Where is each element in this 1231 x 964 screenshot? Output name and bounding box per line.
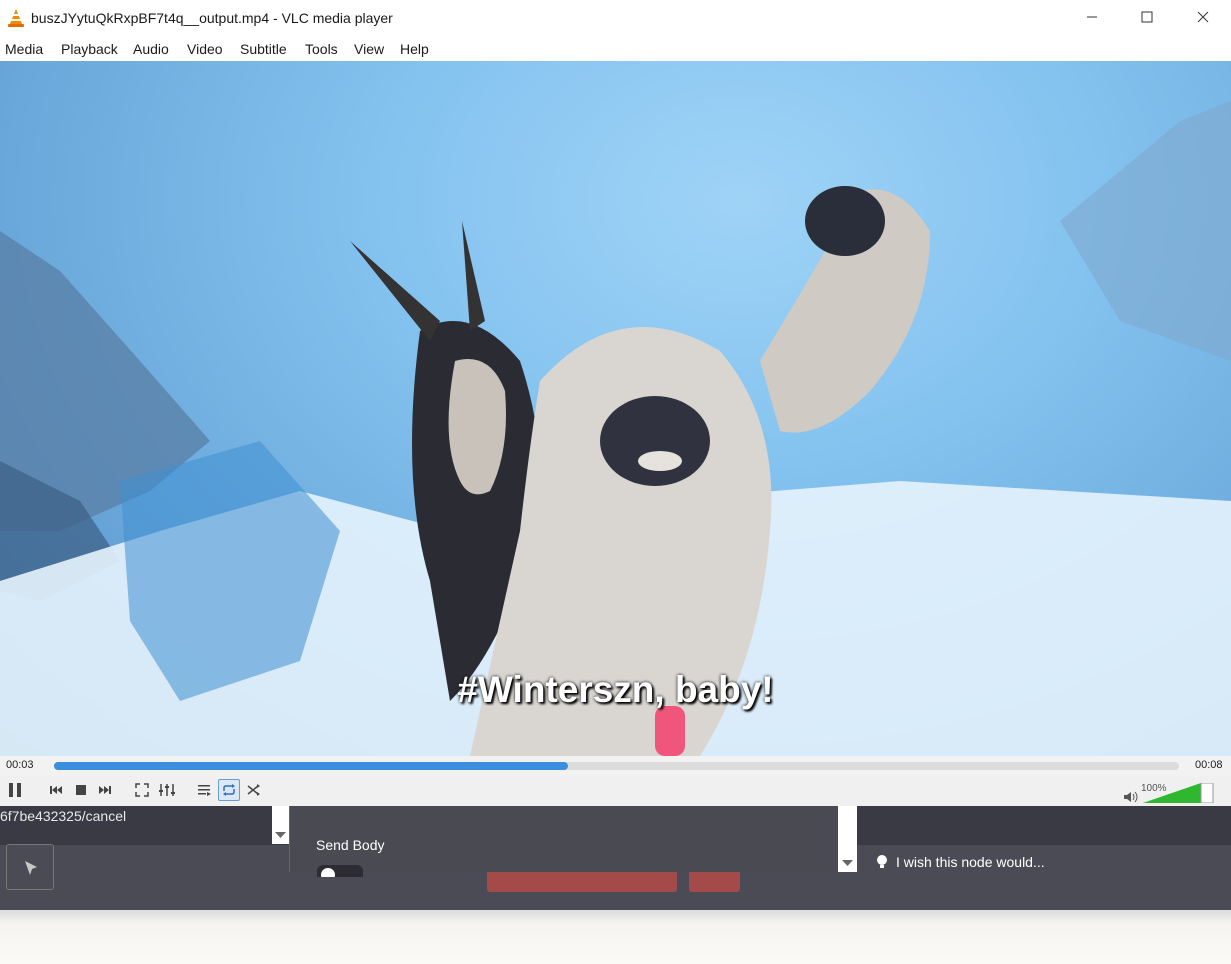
skip-back-icon bbox=[50, 786, 62, 794]
total-time: 00:08 bbox=[1195, 759, 1223, 771]
red-action-button[interactable] bbox=[487, 872, 677, 892]
menu-audio[interactable]: Audio bbox=[133, 41, 169, 57]
shuffle-icon bbox=[247, 784, 260, 796]
lightbulb-icon bbox=[877, 855, 887, 868]
menu-subtitle[interactable]: Subtitle bbox=[240, 41, 287, 57]
minimize-icon bbox=[1087, 16, 1097, 18]
menu-help[interactable]: Help bbox=[400, 41, 429, 57]
toggle-knob bbox=[321, 868, 335, 877]
menu-view[interactable]: View bbox=[354, 41, 384, 57]
video-area[interactable]: #Winterszn, baby! bbox=[0, 61, 1231, 756]
feedback-text: I wish this node would... bbox=[896, 854, 1045, 870]
panel-scrollbar[interactable] bbox=[838, 806, 857, 872]
previous-button[interactable] bbox=[45, 779, 67, 801]
vlc-cone-icon bbox=[8, 9, 24, 27]
red-delete-button[interactable] bbox=[689, 872, 740, 892]
menu-bar: Media Playback Audio Video Subtitle Tool… bbox=[0, 36, 1231, 61]
loop-icon bbox=[223, 784, 235, 796]
control-bar: 100% bbox=[0, 776, 1231, 806]
skip-forward-icon bbox=[99, 786, 111, 794]
pause-button[interactable] bbox=[4, 779, 26, 801]
dropdown-arrow-left[interactable] bbox=[272, 806, 289, 844]
window-title: buszJYytuQkRxpBF7t4q__output.mp4 - VLC m… bbox=[31, 10, 393, 26]
desktop-background bbox=[0, 910, 1231, 964]
video-frame bbox=[0, 101, 1231, 756]
extended-settings-button[interactable] bbox=[156, 779, 178, 801]
fullscreen-button[interactable] bbox=[131, 779, 153, 801]
fullscreen-icon bbox=[135, 783, 149, 797]
chevron-down-icon bbox=[842, 860, 853, 866]
maximize-button[interactable] bbox=[1124, 0, 1170, 34]
node-settings-panel: Send Body bbox=[289, 806, 839, 877]
close-icon bbox=[1197, 11, 1209, 23]
equalizer-icon bbox=[159, 784, 175, 796]
feedback-prompt[interactable]: I wish this node would... bbox=[876, 854, 1045, 870]
menu-playback[interactable]: Playback bbox=[61, 41, 118, 57]
menu-tools[interactable]: Tools bbox=[305, 41, 338, 57]
stop-button[interactable] bbox=[70, 779, 92, 801]
loop-button[interactable] bbox=[218, 779, 240, 801]
maximize-icon bbox=[1141, 11, 1153, 23]
background-app: 6f7be432325/cancel Send Body I wish this… bbox=[0, 806, 1231, 910]
pause-icon bbox=[9, 783, 21, 797]
playlist-button[interactable] bbox=[193, 779, 215, 801]
playlist-icon bbox=[198, 785, 211, 796]
menu-media[interactable]: Media bbox=[5, 41, 43, 57]
current-time: 00:03 bbox=[6, 759, 34, 771]
background-tool-button[interactable] bbox=[6, 844, 54, 890]
menu-video[interactable]: Video bbox=[187, 41, 223, 57]
next-button[interactable] bbox=[94, 779, 116, 801]
send-body-toggle[interactable] bbox=[317, 865, 363, 877]
close-button[interactable] bbox=[1180, 0, 1226, 34]
shuffle-button[interactable] bbox=[243, 779, 265, 801]
seek-bar[interactable] bbox=[54, 762, 1179, 770]
url-fragment: 6f7be432325/cancel bbox=[0, 808, 127, 824]
stop-icon bbox=[76, 785, 86, 795]
timeline: 00:03 00:08 bbox=[0, 756, 1231, 776]
title-bar[interactable]: buszJYytuQkRxpBF7t4q__output.mp4 - VLC m… bbox=[0, 0, 1231, 36]
volume-slider[interactable] bbox=[1143, 783, 1215, 803]
minimize-button[interactable] bbox=[1069, 0, 1115, 34]
speaker-icon[interactable] bbox=[1123, 790, 1139, 804]
volume-level bbox=[1143, 783, 1201, 803]
chevron-down-icon bbox=[275, 832, 286, 838]
video-subtitle: #Winterszn, baby! bbox=[457, 669, 774, 710]
seek-progress bbox=[54, 762, 569, 770]
vlc-window: buszJYytuQkRxpBF7t4q__output.mp4 - VLC m… bbox=[0, 0, 1231, 806]
cursor-icon bbox=[25, 861, 37, 875]
send-body-label: Send Body bbox=[316, 837, 385, 853]
